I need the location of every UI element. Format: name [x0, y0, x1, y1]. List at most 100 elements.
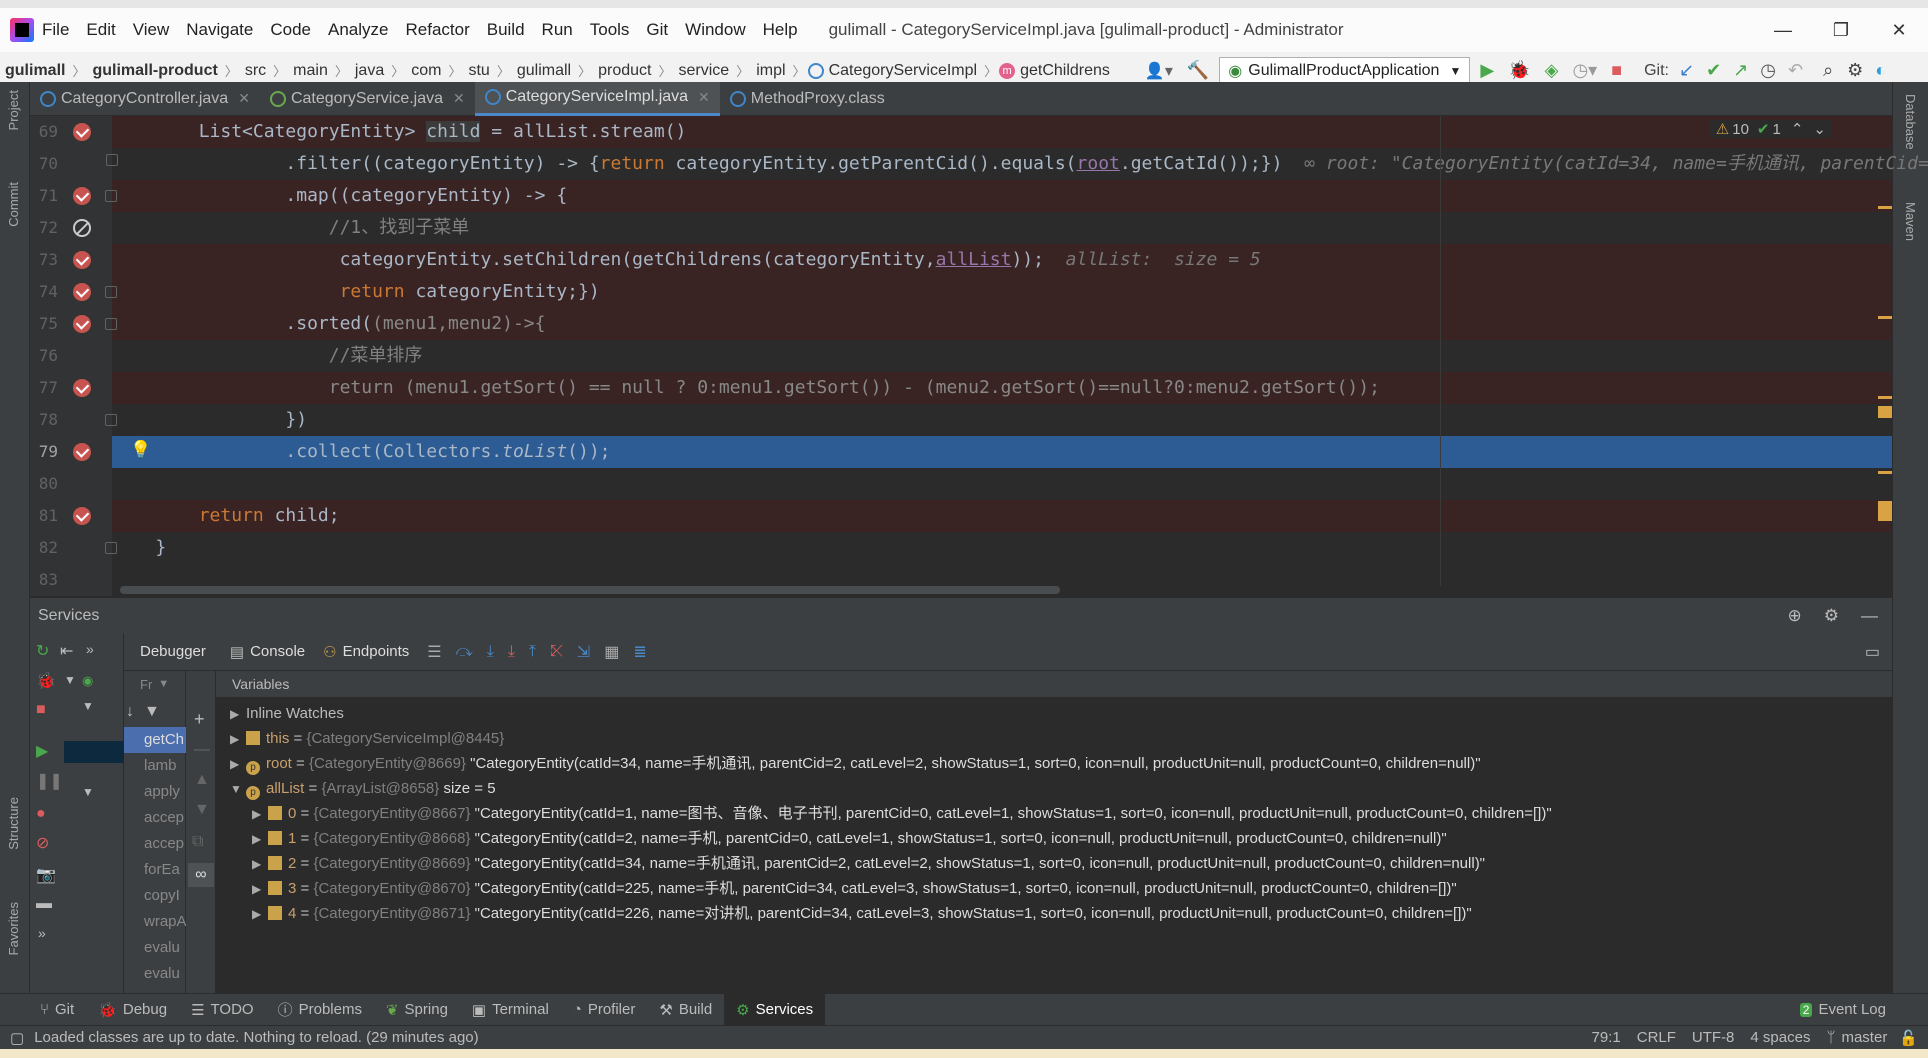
run-configuration-select[interactable]: ◉ GulimallProductApplication ▼ [1219, 56, 1471, 85]
breadcrumb-stu[interactable]: stu [463, 62, 494, 80]
minimize-icon[interactable]: — [1754, 20, 1812, 41]
frame-item[interactable]: apply [124, 779, 186, 805]
breakpoint-icon[interactable] [73, 507, 91, 525]
tab-endpoints[interactable]: Endpoints [343, 643, 410, 660]
breakpoint-icon[interactable] [73, 283, 91, 301]
close-icon[interactable]: ✕ [1870, 20, 1928, 41]
menu-git[interactable]: Git [646, 20, 668, 40]
frame-item[interactable]: accep [124, 805, 186, 831]
target-icon[interactable]: ⊕ [1788, 606, 1802, 626]
indent-setting[interactable]: 4 spaces [1750, 1029, 1810, 1046]
inline-watches-node[interactable]: ▶ Inline Watches [230, 701, 344, 726]
inline-watch-toggle-icon[interactable]: ∞ [188, 863, 214, 887]
more-icon[interactable]: » [38, 925, 46, 941]
lock-icon[interactable]: 🔓 [1899, 1029, 1918, 1047]
breakpoint-icon[interactable] [73, 123, 91, 141]
fold-marker-icon[interactable] [105, 542, 117, 554]
database-tool-button[interactable]: Database [1903, 94, 1918, 150]
code-line-71[interactable]: .map((categoryEntity) -> { [112, 180, 1892, 212]
code-line-72[interactable]: //1、找到子菜单 [112, 212, 1892, 244]
code-line-81[interactable]: return child; [112, 500, 1892, 532]
resume-icon[interactable]: ▶ [36, 741, 48, 761]
menu-code[interactable]: Code [270, 20, 311, 40]
breadcrumb-impl[interactable]: impl [751, 62, 790, 80]
var-alllist[interactable]: ▼ p allList = {ArrayList@8658} size = 5 [230, 776, 496, 801]
camera-icon[interactable]: 📷 [36, 865, 56, 885]
hide-panel-icon[interactable]: — [1861, 606, 1878, 626]
list-item[interactable]: ▶ 4 = {CategoryEntity@8671} "CategoryEnti… [252, 901, 1472, 926]
tab-method-proxy[interactable]: MethodProxy.class [720, 82, 895, 116]
filter-icon[interactable]: ▼ [144, 703, 160, 721]
breadcrumb-project[interactable]: gulimall [0, 62, 70, 80]
move-up-icon[interactable]: ▲ [194, 771, 210, 789]
settings-gear-icon[interactable]: ⚙ [1824, 606, 1839, 626]
git-push-icon[interactable]: ↗ [1733, 60, 1748, 81]
code-line-75[interactable]: .sorted((menu1,menu2)->{ [112, 308, 1892, 340]
tab-todo[interactable]: ☰ TODO [179, 994, 266, 1026]
menu-help[interactable]: Help [763, 20, 798, 40]
layout-settings-icon[interactable]: ▭ [1865, 642, 1880, 662]
close-tab-icon[interactable]: ✕ [698, 89, 710, 106]
tab-category-service[interactable]: CategoryService.java ✕ [260, 82, 475, 116]
project-tool-button[interactable]: Project [6, 90, 21, 130]
breakpoint-icon[interactable] [73, 315, 91, 333]
git-history-icon[interactable]: ◷ [1760, 60, 1776, 81]
tab-terminal[interactable]: ▣ Terminal [460, 994, 561, 1026]
code-line-77[interactable]: return (menu1.getSort() == null ? 0:menu… [112, 372, 1892, 404]
breadcrumb-product[interactable]: product [593, 62, 656, 80]
git-rollback-icon[interactable]: ↶ [1788, 60, 1803, 81]
file-encoding[interactable]: UTF-8 [1692, 1029, 1735, 1046]
restore-icon[interactable]: ❐ [1812, 20, 1870, 41]
menu-file[interactable]: File [42, 20, 69, 40]
line-separator[interactable]: CRLF [1637, 1029, 1676, 1046]
caret-position[interactable]: 79:1 [1592, 1029, 1621, 1046]
tab-debug[interactable]: 🐞 Debug [86, 994, 179, 1026]
error-stripe-mark[interactable] [1878, 406, 1892, 418]
menu-navigate[interactable]: Navigate [186, 20, 253, 40]
frame-item[interactable]: getCh [124, 727, 186, 753]
stop-icon[interactable]: ■ [36, 701, 46, 719]
show-execution-point-icon[interactable]: ☰ [427, 642, 441, 662]
code-line-73[interactable]: categoryEntity.setChildren(getChildrens(… [112, 244, 1892, 276]
move-down-icon[interactable]: ▼ [194, 801, 210, 819]
pause-icon[interactable]: ❚❚ [36, 771, 63, 791]
tab-category-service-impl[interactable]: CategoryServiceImpl.java ✕ [474, 81, 720, 116]
fold-marker-icon[interactable] [105, 286, 117, 298]
build-hammer-icon[interactable]: 🔨 [1187, 60, 1209, 81]
tab-build[interactable]: ⚒ Build [647, 994, 724, 1026]
code-line-70[interactable]: .filter((categoryEntity) -> {return cate… [112, 148, 1928, 180]
profile-icon[interactable]: ◷▾ [1572, 60, 1597, 81]
menu-analyze[interactable]: Analyze [328, 20, 388, 40]
close-tab-icon[interactable]: ✕ [238, 90, 250, 107]
list-item[interactable]: ▶ 1 = {CategoryEntity@8668} "CategoryEnti… [252, 826, 1447, 851]
user-icon[interactable]: 👤▾ [1145, 61, 1173, 81]
settings-gear-icon[interactable]: ⚙ [1847, 60, 1863, 81]
breakpoint-icon[interactable] [73, 251, 91, 269]
step-out-icon[interactable]: ⤒ [529, 643, 536, 661]
git-update-icon[interactable]: ↙ [1679, 60, 1694, 81]
frame-item[interactable]: lamb [124, 753, 186, 779]
frame-item[interactable]: copyI [124, 883, 186, 909]
menu-edit[interactable]: Edit [86, 20, 115, 40]
chevron-down-icon[interactable]: ▼ [64, 673, 76, 687]
tab-profiler[interactable]: ◔ Profiler [561, 994, 648, 1026]
breadcrumb-com[interactable]: com [406, 62, 446, 80]
fold-marker-icon[interactable] [105, 318, 117, 330]
search-icon[interactable]: ⌕ [1823, 60, 1833, 81]
coverage-icon[interactable]: ◈ [1545, 60, 1559, 81]
step-into-icon[interactable]: ⤓ [487, 643, 494, 661]
breadcrumb-src[interactable]: src [240, 62, 271, 80]
list-item[interactable]: ▶ 3 = {CategoryEntity@8670} "CategoryEnti… [252, 876, 1457, 901]
frame-item[interactable]: forEa [124, 857, 186, 883]
code-line-74[interactable]: return categoryEntity;}) [112, 276, 1892, 308]
trace-icon[interactable]: ≣ [633, 642, 646, 662]
arrow-down-icon[interactable]: ↓ [126, 703, 134, 721]
debug-icon[interactable]: 🐞 [1508, 60, 1530, 81]
mute-breakpoints-icon[interactable]: ⊘ [36, 833, 49, 853]
code-line-78[interactable]: }) [112, 404, 1892, 436]
frame-item[interactable]: wrapA [124, 909, 186, 935]
event-log-button[interactable]: 2 Event Log [1788, 994, 1898, 1026]
view-breakpoints-icon[interactable]: ● [36, 805, 46, 823]
lightbulb-icon[interactable]: 💡 [130, 440, 151, 460]
run-to-cursor-icon[interactable]: ⇲ [577, 642, 590, 662]
